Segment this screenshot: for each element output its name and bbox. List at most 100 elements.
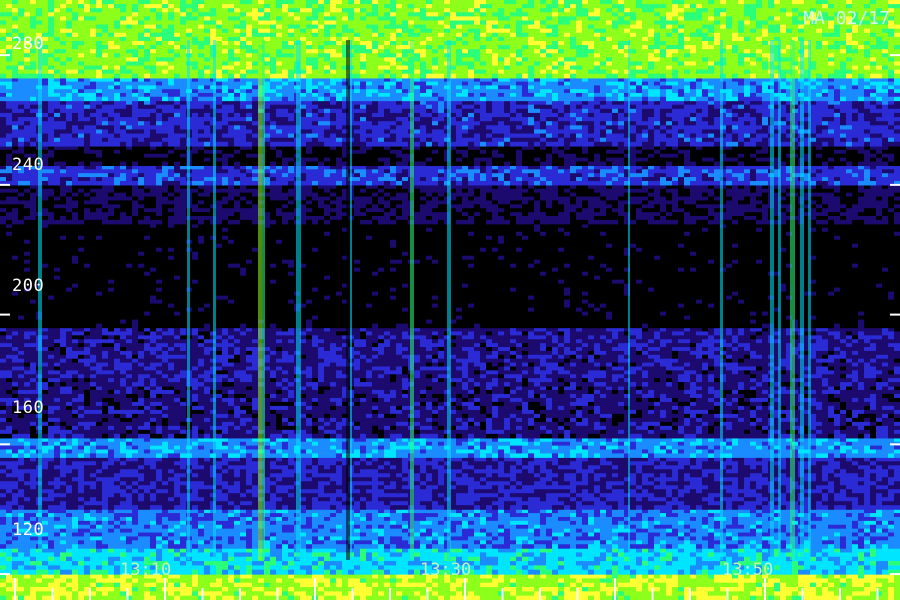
heatmap-cell xyxy=(144,516,150,522)
heatmap-cell xyxy=(828,569,834,575)
heatmap-cell xyxy=(354,485,360,490)
heatmap-cell xyxy=(864,595,870,600)
heatmap-cell xyxy=(648,532,654,538)
heatmap-cell xyxy=(234,540,240,545)
heatmap-cell xyxy=(324,481,330,486)
heatmap-cell xyxy=(576,457,582,462)
heatmap-cell xyxy=(636,516,642,522)
heatmap-cell xyxy=(270,552,276,558)
heatmap-cell xyxy=(702,536,708,541)
heatmap-cell xyxy=(546,544,552,549)
heatmap-cell xyxy=(120,493,126,498)
heatmap-cell xyxy=(66,481,72,486)
heatmap-cell xyxy=(162,465,168,470)
heatmap-cell xyxy=(564,524,570,530)
heatmap-cell xyxy=(630,561,636,566)
heatmap-cell xyxy=(528,595,534,600)
heatmap-cell xyxy=(162,513,168,518)
heatmap-cell xyxy=(204,461,210,466)
heatmap-cell xyxy=(582,540,588,545)
heatmap-cell xyxy=(834,532,840,538)
heatmap-cell xyxy=(648,552,654,558)
heatmap-cell xyxy=(72,477,78,482)
heatmap-cell xyxy=(606,582,612,588)
heatmap-cell xyxy=(474,540,480,545)
heatmap-cell xyxy=(894,540,900,545)
heatmap-cell xyxy=(516,520,522,526)
heatmap-cell xyxy=(558,524,564,530)
heatmap-cell xyxy=(660,520,666,526)
heatmap-cell xyxy=(504,509,510,514)
heatmap-cell xyxy=(192,520,198,526)
heatmap-cell xyxy=(726,497,732,502)
heatmap-cell xyxy=(510,569,516,575)
heatmap-cell xyxy=(606,513,612,518)
heatmap-cell xyxy=(738,516,744,522)
heatmap-cell xyxy=(798,578,804,584)
heatmap-cell xyxy=(402,516,408,522)
heatmap-cell xyxy=(516,461,522,466)
heatmap-cell xyxy=(252,465,258,470)
heatmap-cell xyxy=(102,574,108,579)
heatmap-cell xyxy=(612,561,618,566)
heatmap-cell xyxy=(834,457,840,462)
heatmap-cell xyxy=(618,509,624,514)
heatmap-cell xyxy=(168,520,174,526)
heatmap-cell xyxy=(588,513,594,518)
heatmap-cell xyxy=(666,513,672,518)
heatmap-cell xyxy=(732,582,738,588)
heatmap-cell xyxy=(870,461,876,466)
heatmap-cell xyxy=(654,513,660,518)
heatmap-cell xyxy=(396,556,402,562)
heatmap-cell xyxy=(528,473,534,478)
heatmap-cell xyxy=(822,516,828,522)
heatmap-cell xyxy=(504,489,510,494)
heatmap-cell xyxy=(18,582,24,588)
heatmap-cell xyxy=(882,578,888,584)
heatmap-cell xyxy=(600,481,606,486)
heatmap-cell xyxy=(792,569,798,575)
heatmap-cell xyxy=(606,532,612,538)
heatmap-cell xyxy=(576,556,582,562)
heatmap-cell xyxy=(558,520,564,526)
heatmap-cell xyxy=(540,485,546,490)
heatmap-cell xyxy=(150,489,156,494)
heatmap-cell xyxy=(216,509,222,514)
heatmap-cell xyxy=(78,532,84,538)
heatmap-cell xyxy=(276,461,282,466)
heatmap-cell xyxy=(498,561,504,566)
heatmap-cell xyxy=(144,485,150,490)
heatmap-cell xyxy=(300,561,306,566)
heatmap-cell xyxy=(480,489,486,494)
heatmap-cell xyxy=(690,524,696,530)
heatmap-cell xyxy=(330,528,336,534)
heatmap-cell xyxy=(384,457,390,462)
heatmap-cell xyxy=(708,477,714,482)
heatmap-cell xyxy=(324,544,330,549)
heatmap-cell xyxy=(288,493,294,498)
heatmap-cell xyxy=(18,544,24,549)
heatmap-cell xyxy=(756,548,762,554)
heatmap-cell xyxy=(204,561,210,566)
heatmap-cell xyxy=(456,516,462,522)
heatmap-cell xyxy=(90,493,96,498)
heatmap-cell xyxy=(708,493,714,498)
heatmap-cell xyxy=(354,569,360,575)
heatmap-cell xyxy=(24,548,30,554)
heatmap-cell xyxy=(738,532,744,538)
heatmap-cell xyxy=(606,548,612,554)
heatmap-cell xyxy=(750,536,756,541)
heatmap-cell xyxy=(396,536,402,541)
heatmap-cell xyxy=(642,493,648,498)
heatmap-cell xyxy=(30,481,36,486)
heatmap-cell xyxy=(738,509,744,514)
heatmap-cell xyxy=(672,544,678,549)
heatmap-cell xyxy=(540,489,546,494)
heatmap-cell xyxy=(240,524,246,530)
heatmap-cell xyxy=(558,569,564,575)
heatmap-cell xyxy=(108,561,114,566)
heatmap-cell xyxy=(174,520,180,526)
heatmap-cell xyxy=(138,544,144,549)
heatmap-cell xyxy=(432,582,438,588)
heatmap-cell xyxy=(630,565,636,571)
